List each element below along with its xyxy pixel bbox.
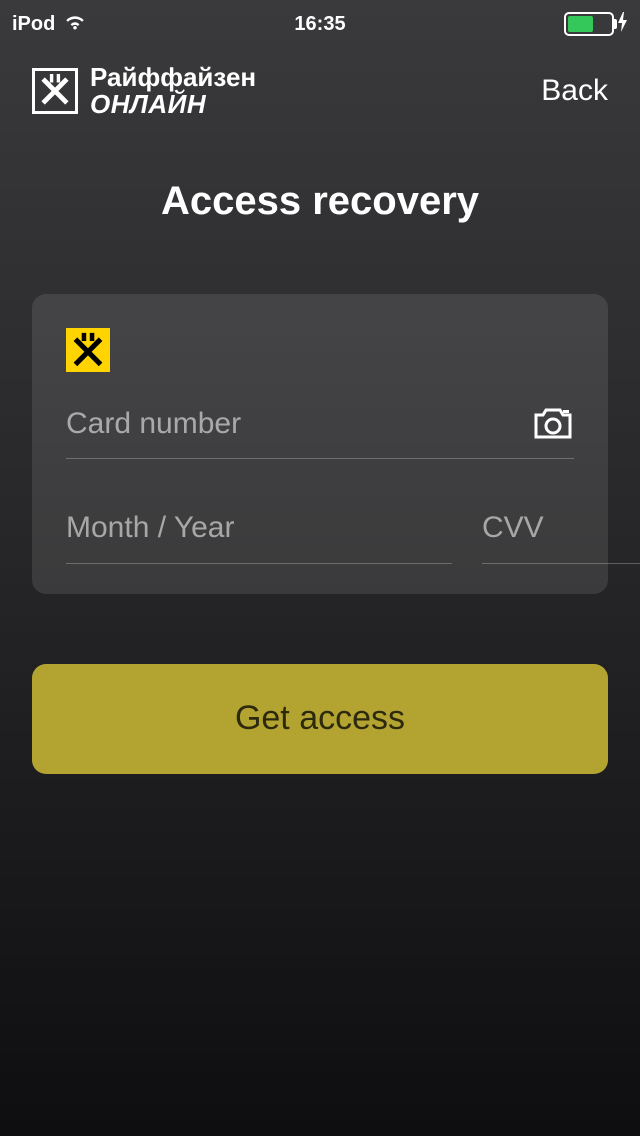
cvv-input[interactable] [482, 511, 640, 545]
card-number-row [66, 406, 574, 459]
expiry-input[interactable] [66, 511, 452, 545]
card-number-input[interactable] [66, 407, 516, 441]
raiffeisen-logo-icon [32, 68, 78, 114]
battery-fill [568, 16, 593, 32]
cvv-col [482, 509, 640, 564]
status-right [564, 12, 628, 37]
camera-icon[interactable] [532, 406, 574, 442]
brand-line1: Райффайзен [90, 64, 256, 91]
wifi-icon [63, 12, 87, 36]
card-panel [32, 294, 608, 594]
device-label: iPod [12, 13, 55, 36]
battery-icon [564, 12, 614, 36]
charging-icon [618, 12, 628, 37]
expiry-col [66, 509, 452, 564]
header: Райффайзен ОНЛАЙН Back [0, 40, 640, 119]
card-details-row [66, 509, 574, 564]
raiffeisen-small-icon [66, 328, 110, 372]
get-access-button[interactable]: Get access [32, 664, 608, 774]
page-title: Access recovery [0, 179, 640, 224]
brand-text: Райффайзен ОНЛАЙН [90, 64, 256, 119]
back-button[interactable]: Back [541, 74, 608, 108]
status-time: 16:35 [294, 13, 345, 36]
brand-line2: ОНЛАЙН [90, 91, 256, 118]
status-bar: iPod 16:35 [0, 0, 640, 40]
brand-logo: Райффайзен ОНЛАЙН [32, 64, 256, 119]
status-left: iPod [12, 12, 87, 36]
